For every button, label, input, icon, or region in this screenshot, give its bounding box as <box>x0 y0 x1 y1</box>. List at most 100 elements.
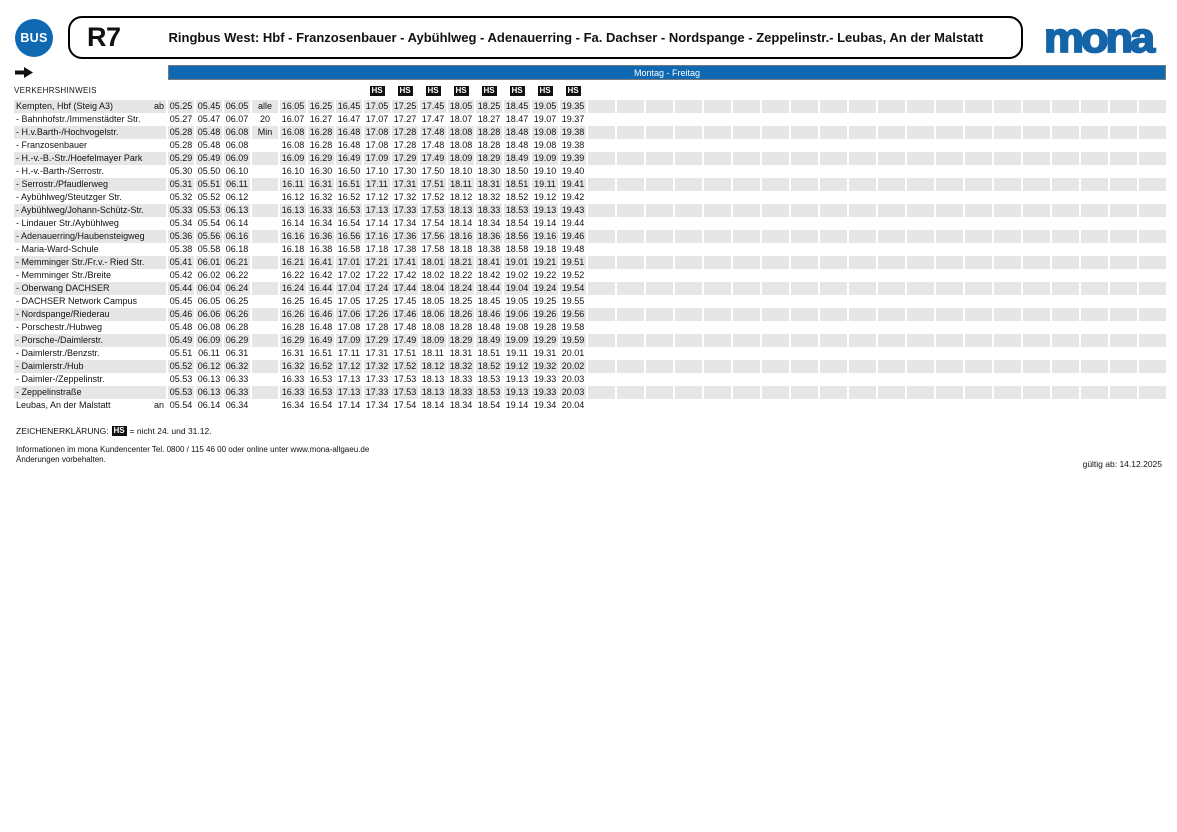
empty-cell <box>646 295 673 308</box>
empty-cell <box>965 308 992 321</box>
time-cell: 16.08 <box>280 139 306 152</box>
empty-cell <box>965 243 992 256</box>
empty-cell <box>1052 256 1079 269</box>
empty-cell <box>849 152 876 165</box>
time-cell: 05.28 <box>168 126 194 139</box>
stop-name-cell: Kempten, Hbf (Steig A3)ab <box>14 100 166 113</box>
empty-cell <box>849 191 876 204</box>
empty-cell <box>733 126 760 139</box>
stop-name-cell: - Daimlerstr./Benzstr. <box>14 347 166 360</box>
stop-name: - Memminger Str./Breite <box>16 269 111 282</box>
time-cell: 19.56 <box>560 308 586 321</box>
empty-cell <box>1110 334 1137 347</box>
time-cell: 17.26 <box>364 308 390 321</box>
stop-name: - Nordspange/Riederau <box>16 308 110 321</box>
table-row: - Porschestr./Hubweg05.4806.0806.2816.28… <box>14 321 1168 334</box>
empty-cell <box>878 113 905 126</box>
empty-cell <box>617 217 644 230</box>
empty-cell <box>1081 321 1108 334</box>
time-cell: 17.32 <box>364 360 390 373</box>
empty-cell <box>994 191 1021 204</box>
empty-cell <box>1139 230 1166 243</box>
time-cell: 19.32 <box>532 360 558 373</box>
time-cell: 17.33 <box>364 373 390 386</box>
stop-name-cell: - Maria-Ward-Schule <box>14 243 166 256</box>
empty-cell <box>675 308 702 321</box>
empty-cell <box>849 347 876 360</box>
empty-cell <box>936 204 963 217</box>
empty-cell <box>617 178 644 191</box>
empty-cell <box>675 126 702 139</box>
time-cell: 16.36 <box>308 230 334 243</box>
empty-cell <box>820 204 847 217</box>
time-cell: 06.34 <box>224 399 250 412</box>
time-cell: 17.45 <box>392 295 418 308</box>
empty-cell <box>878 282 905 295</box>
time-cell: 16.52 <box>336 191 362 204</box>
time-cell: 06.33 <box>224 373 250 386</box>
empty-cell <box>588 191 615 204</box>
time-cell: 17.52 <box>392 360 418 373</box>
empty-cell <box>820 269 847 282</box>
empty-cell <box>733 321 760 334</box>
empty-cell <box>704 386 731 399</box>
time-cell: 16.31 <box>308 178 334 191</box>
empty-cell <box>1139 204 1166 217</box>
empty-cell <box>675 347 702 360</box>
time-cell: 05.45 <box>168 295 194 308</box>
empty-cell <box>1139 347 1166 360</box>
time-cell: 17.21 <box>364 256 390 269</box>
empty-cell <box>1139 178 1166 191</box>
time-cell: 18.07 <box>448 113 474 126</box>
time-cell: 16.27 <box>308 113 334 126</box>
empty-cell <box>733 100 760 113</box>
time-cell: 06.09 <box>196 334 222 347</box>
empty-cell <box>965 191 992 204</box>
time-cell: 16.54 <box>308 399 334 412</box>
empty-cell <box>791 347 818 360</box>
empty-cell <box>1110 399 1137 412</box>
empty-cell <box>965 282 992 295</box>
time-cell: 16.32 <box>308 191 334 204</box>
empty-cell <box>1081 334 1108 347</box>
time-cell: 16.14 <box>280 217 306 230</box>
empty-cell <box>704 178 731 191</box>
empty-cell <box>849 256 876 269</box>
empty-cell <box>878 399 905 412</box>
stop-name: - Aybühlweg/Johann-Schütz-Str. <box>16 204 144 217</box>
empty-cell <box>1110 269 1137 282</box>
empty-cell <box>791 256 818 269</box>
empty-cell <box>1081 100 1108 113</box>
table-row: - Memminger Str./Fr.v.- Ried Str.05.4106… <box>14 256 1168 269</box>
empty-cell <box>617 204 644 217</box>
time-cell: 06.08 <box>196 321 222 334</box>
empty-cell <box>878 321 905 334</box>
empty-cell <box>646 139 673 152</box>
empty-cell <box>820 191 847 204</box>
table-row: - Oberwang DACHSER05.4406.0406.2416.2416… <box>14 282 1168 295</box>
empty-cell <box>762 217 789 230</box>
time-cell: 19.21 <box>532 256 558 269</box>
empty-cell <box>704 230 731 243</box>
time-cell: 18.33 <box>476 204 502 217</box>
time-cell: 17.24 <box>364 282 390 295</box>
empty-cell <box>646 269 673 282</box>
empty-cell <box>907 386 934 399</box>
empty-cell <box>675 321 702 334</box>
time-cell: 16.31 <box>280 347 306 360</box>
time-cell: 06.09 <box>224 152 250 165</box>
empty-cell <box>588 282 615 295</box>
time-cell: 18.28 <box>448 321 474 334</box>
empty-cell <box>936 217 963 230</box>
empty-cell <box>646 386 673 399</box>
empty-cell <box>878 191 905 204</box>
time-cell: 16.42 <box>308 269 334 282</box>
empty-cell <box>675 217 702 230</box>
time-cell: 17.42 <box>392 269 418 282</box>
empty-cell <box>1110 191 1137 204</box>
empty-cell <box>646 165 673 178</box>
time-cell: 06.01 <box>196 256 222 269</box>
empty-cell <box>994 399 1021 412</box>
time-cell: 17.25 <box>392 100 418 113</box>
empty-cell <box>907 152 934 165</box>
